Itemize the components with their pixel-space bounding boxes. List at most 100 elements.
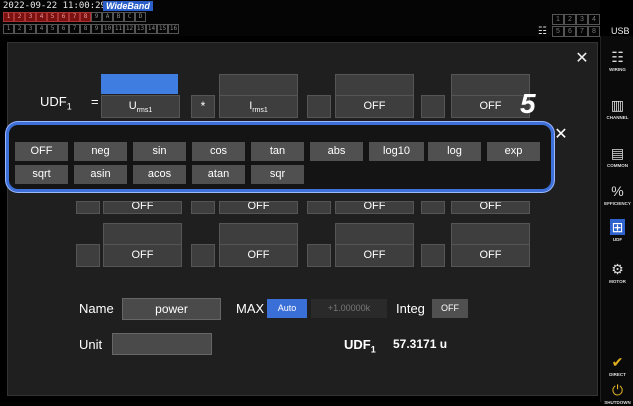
sidebar-item-wiring[interactable]: ☷ WIRING <box>602 40 633 80</box>
row4-func3[interactable] <box>335 223 414 245</box>
channel-indicator: 7 <box>69 24 80 34</box>
sidebar-item-label: COMMON <box>607 162 628 168</box>
row3-op2[interactable] <box>191 201 215 214</box>
channel-indicator: 14 <box>146 24 157 34</box>
integ-button[interactable]: OFF <box>432 299 468 318</box>
row3-term1[interactable]: OFF <box>103 201 182 214</box>
udf-icon: ⊞ <box>609 218 626 235</box>
sidebar-item-label: UDF <box>612 236 623 242</box>
sheet-cell: 6 <box>564 26 576 37</box>
term1-box[interactable]: Urms1 <box>101 74 180 118</box>
row3-op1[interactable] <box>76 201 100 214</box>
row4-func4[interactable] <box>451 223 530 245</box>
channel-indicator: 5 <box>47 12 58 22</box>
sidebar-item-label: EFFICIENCY <box>604 200 631 206</box>
function-option-exp[interactable]: exp <box>487 142 540 161</box>
row3-term3[interactable]: OFF <box>335 201 414 214</box>
term4-value[interactable]: OFF <box>451 95 530 118</box>
operator3[interactable] <box>421 95 445 118</box>
row3-op3[interactable] <box>307 201 331 214</box>
sidebar-item-udf[interactable]: ⊞ UDF <box>602 210 633 250</box>
function-option-abs[interactable]: abs <box>310 142 363 161</box>
row4-op1[interactable] <box>76 244 100 267</box>
row4-op2[interactable] <box>191 244 215 267</box>
function-option-OFF[interactable]: OFF <box>15 142 68 161</box>
sheet-grid: 1234 5678 <box>552 14 600 37</box>
name-field[interactable]: power <box>122 298 221 320</box>
channel-indicator: 15 <box>157 24 168 34</box>
sheet-cell: 1 <box>552 14 564 25</box>
function-option-asin[interactable]: asin <box>74 165 127 184</box>
sheet-cell: 7 <box>576 26 588 37</box>
sidebar-item-efficiency[interactable]: % EFFICIENCY <box>602 174 633 214</box>
close-icon[interactable]: ✕ <box>573 50 591 68</box>
row4-term3[interactable]: OFF <box>335 244 414 267</box>
channel-indicator: C <box>124 12 135 22</box>
channel-indicator: 4 <box>36 12 47 22</box>
function-option-sqr[interactable]: sqr <box>251 165 304 184</box>
step-marker: 5 <box>520 88 536 119</box>
sidebar-item-channel[interactable]: ▥ CHANNEL <box>602 88 633 128</box>
row4-term1[interactable]: OFF <box>103 244 182 267</box>
channel-indicator: 7 <box>69 12 80 22</box>
function-option-sin[interactable]: sin <box>133 142 186 161</box>
channel-indicator: 2 <box>14 24 25 34</box>
function-option-sqrt[interactable]: sqrt <box>15 165 68 184</box>
channel-indicator: 8 <box>80 24 91 34</box>
term1-value[interactable]: Urms1 <box>101 95 180 118</box>
row4-func1[interactable] <box>103 223 182 245</box>
close-icon[interactable]: ✕ <box>552 126 570 144</box>
row3-term4[interactable]: OFF <box>451 201 530 214</box>
motor-icon: ⚙ <box>611 260 624 277</box>
wiring-icon: ☷ <box>611 48 624 65</box>
efficiency-icon: % <box>611 182 624 199</box>
channel-indicator: 3 <box>25 12 36 22</box>
unit-label: Unit <box>79 337 103 352</box>
function-option-log[interactable]: log <box>428 142 481 161</box>
row3-term2[interactable]: OFF <box>219 201 298 214</box>
operator1[interactable]: * <box>191 95 215 118</box>
max-auto-button[interactable]: Auto <box>267 299 307 318</box>
sidebar-item-label: DIRECT <box>609 371 626 377</box>
operator2[interactable] <box>307 95 331 118</box>
row4-func2[interactable] <box>219 223 298 245</box>
sheet-cell: 8 <box>588 26 600 37</box>
channel-indicator: 16 <box>168 24 179 34</box>
row3-op4[interactable] <box>421 201 445 214</box>
sidebar-item-label: WIRING <box>609 66 626 72</box>
unit-field[interactable] <box>112 333 212 355</box>
channel-indicator: B <box>113 12 124 22</box>
function-option-tan[interactable]: tan <box>251 142 304 161</box>
function-option-cos[interactable]: cos <box>192 142 245 161</box>
max-label: MAX <box>236 301 265 316</box>
function-option-neg[interactable]: neg <box>74 142 127 161</box>
channel-indicator: D <box>135 12 146 22</box>
channel-indicator: 4 <box>36 24 47 34</box>
channel-indicator: 1 <box>3 12 14 22</box>
term4-function[interactable] <box>451 74 530 96</box>
term2-value[interactable]: Irms1 <box>219 95 298 118</box>
sheet-cell: 5 <box>552 26 564 37</box>
row4-term4[interactable]: OFF <box>451 244 530 267</box>
channel-icon: ▥ <box>610 96 625 113</box>
term3-function[interactable] <box>335 74 414 96</box>
sidebar-item-shutdown[interactable]: ⏻ SHUTDOWN <box>602 380 633 406</box>
function-option-atan[interactable]: atan <box>192 165 245 184</box>
sidebar-item-direct[interactable]: ✔ DIRECT <box>602 352 633 378</box>
term2-function[interactable] <box>219 74 298 96</box>
sidebar-item-motor[interactable]: ⚙ MOTOR <box>602 252 633 292</box>
max-value-field[interactable]: +1.00000k <box>311 299 387 318</box>
term1-function-selected[interactable] <box>101 74 178 94</box>
term3-box[interactable]: OFF <box>335 74 414 118</box>
term2-box[interactable]: Irms1 <box>219 74 298 118</box>
row4-op4[interactable] <box>421 244 445 267</box>
term4-box[interactable]: OFF <box>451 74 530 118</box>
row4-term2[interactable]: OFF <box>219 244 298 267</box>
sidebar-item-common[interactable]: ▤ COMMON <box>602 136 633 176</box>
channel-indicator: 12 <box>124 24 135 34</box>
shutdown-icon: ⏻ <box>611 381 624 398</box>
function-option-acos[interactable]: acos <box>133 165 186 184</box>
function-option-log10[interactable]: log10 <box>369 142 424 161</box>
term3-value[interactable]: OFF <box>335 95 414 118</box>
row4-op3[interactable] <box>307 244 331 267</box>
